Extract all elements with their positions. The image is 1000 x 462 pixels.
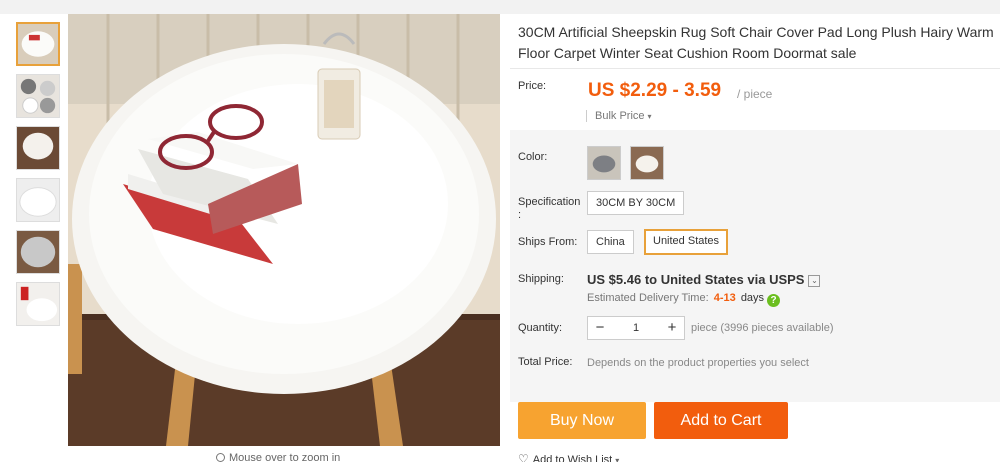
thumbnail-image (18, 24, 58, 64)
thumbnail-image (17, 179, 59, 221)
specification-label: Specification : (518, 196, 581, 221)
zoom-hint: Mouse over to zoom in (216, 452, 340, 462)
estimated-delivery-label: Estimated Delivery Time: (587, 292, 709, 304)
ships-from-united-states[interactable]: United States (644, 229, 729, 255)
quantity-input[interactable] (612, 317, 660, 339)
thumbnail-1[interactable] (16, 22, 60, 66)
spec-option-30cm[interactable]: 30CM BY 30CM (587, 191, 685, 215)
product-photo (68, 14, 500, 446)
bulk-price-label: Bulk Price (595, 110, 645, 122)
caret-down-icon: ▾ (615, 456, 620, 462)
thumbnail-6[interactable] (16, 282, 60, 326)
color-swatch-2[interactable] (630, 146, 664, 180)
bulk-price-toggle[interactable]: Bulk Price ▾ (586, 110, 652, 122)
estimated-delivery: Estimated Delivery Time: 4-13 days? (587, 292, 781, 307)
thumbnail-image (17, 127, 59, 169)
add-to-wish-list[interactable]: ♡ Add to Wish List ▾ (518, 452, 619, 462)
product-title: 30CM Artificial Sheepskin Rug Soft Chair… (518, 24, 994, 61)
total-price-text: Depends on the product properties you se… (587, 357, 809, 369)
help-icon[interactable]: ? (767, 294, 781, 307)
shipping-dropdown-icon[interactable]: ⌄ (808, 275, 821, 287)
total-price-label: Total Price: (518, 356, 573, 368)
swatch-image (588, 147, 620, 179)
caret-down-icon: ▾ (647, 112, 652, 121)
price-unit: / piece (737, 87, 773, 101)
shipping-method: US $5.46 to United States via USPS ⌄ (587, 272, 821, 287)
color-swatch-1[interactable] (587, 146, 621, 180)
thumbnail-image (17, 231, 59, 273)
ships-from-china[interactable]: China (587, 230, 634, 254)
add-to-cart-button[interactable]: Add to Cart (654, 402, 788, 439)
buy-now-button[interactable]: Buy Now (518, 402, 646, 439)
thumbnail-2[interactable] (16, 74, 60, 118)
heart-icon: ♡ (518, 452, 529, 462)
magnifier-icon (216, 453, 225, 462)
thumbnail-image (17, 283, 59, 325)
top-bar (0, 0, 1000, 14)
thumbnail-3[interactable] (16, 126, 60, 170)
delivery-days-unit: days (740, 292, 765, 304)
delivery-days-value: 4-13 (713, 292, 736, 304)
thumbnail-strip (16, 22, 60, 334)
price-label: Price: (518, 80, 547, 92)
swatch-image (631, 147, 663, 179)
ships-from-label: Ships From: (518, 236, 578, 248)
zoom-hint-text: Mouse over to zoom in (229, 452, 341, 462)
quantity-available: piece (3996 pieces available) (691, 322, 834, 334)
quantity-increase-button[interactable]: + (660, 317, 684, 339)
thumbnail-4[interactable] (16, 178, 60, 222)
quantity-stepper: − + (587, 316, 685, 340)
main-product-image[interactable] (68, 14, 500, 446)
wish-list-label: Add to Wish List (532, 454, 613, 462)
price-value: US $2.29 - 3.59 (588, 80, 722, 101)
title-divider (510, 68, 1000, 69)
shipping-text: US $5.46 to United States via USPS (587, 272, 805, 287)
quantity-decrease-button[interactable]: − (588, 317, 612, 339)
color-label: Color: (518, 151, 548, 163)
quantity-label: Quantity: (518, 322, 563, 334)
thumbnail-5[interactable] (16, 230, 60, 274)
shipping-label: Shipping: (518, 273, 564, 285)
thumbnail-image (17, 75, 59, 117)
